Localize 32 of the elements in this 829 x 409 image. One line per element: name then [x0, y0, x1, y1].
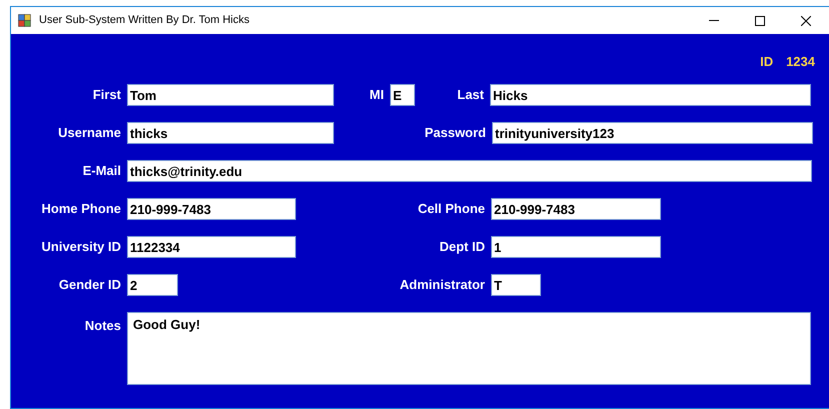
field-label: Administrator	[400, 276, 485, 294]
text-field[interactable]: 210-999-7483	[491, 198, 661, 220]
field-label: Gender ID	[58, 276, 121, 294]
text-field[interactable]: 210-999-7483	[127, 198, 296, 220]
field-label: Notes	[84, 317, 121, 335]
maximize-icon[interactable]	[755, 16, 765, 26]
close-icon[interactable]	[801, 16, 811, 26]
field-label: Last	[457, 86, 484, 104]
text-field[interactable]: Tom	[127, 84, 334, 106]
id-label: ID	[760, 53, 774, 72]
field-label: Dept ID	[440, 238, 485, 256]
field-label: University ID	[42, 238, 121, 256]
text-field[interactable]: T	[491, 274, 541, 296]
field-label: First	[92, 86, 121, 104]
window-title: User Sub-System Written By Dr. Tom Hicks	[39, 13, 250, 28]
text-field[interactable]: 2	[127, 274, 178, 296]
field-label: Home Phone	[42, 200, 121, 218]
text-field[interactable]: Hicks	[490, 84, 811, 106]
text-field[interactable]: E	[390, 84, 415, 106]
app-icon	[18, 14, 31, 27]
text-field[interactable]: trinityuniversity123	[492, 122, 813, 144]
notes-field[interactable]: Good Guy!	[127, 312, 811, 385]
text-field[interactable]: thicks	[127, 122, 334, 144]
field-label: Username	[58, 124, 121, 142]
text-field[interactable]: 1	[491, 236, 661, 258]
id-value: 1234	[786, 53, 815, 72]
field-label: Password	[424, 124, 486, 142]
field-label: Cell Phone	[418, 200, 485, 218]
field-label: MI	[370, 86, 384, 104]
text-field[interactable]: thicks@trinity.edu	[127, 160, 812, 182]
text-field[interactable]: 1122334	[127, 236, 296, 258]
field-label: E-Mail	[82, 162, 121, 180]
